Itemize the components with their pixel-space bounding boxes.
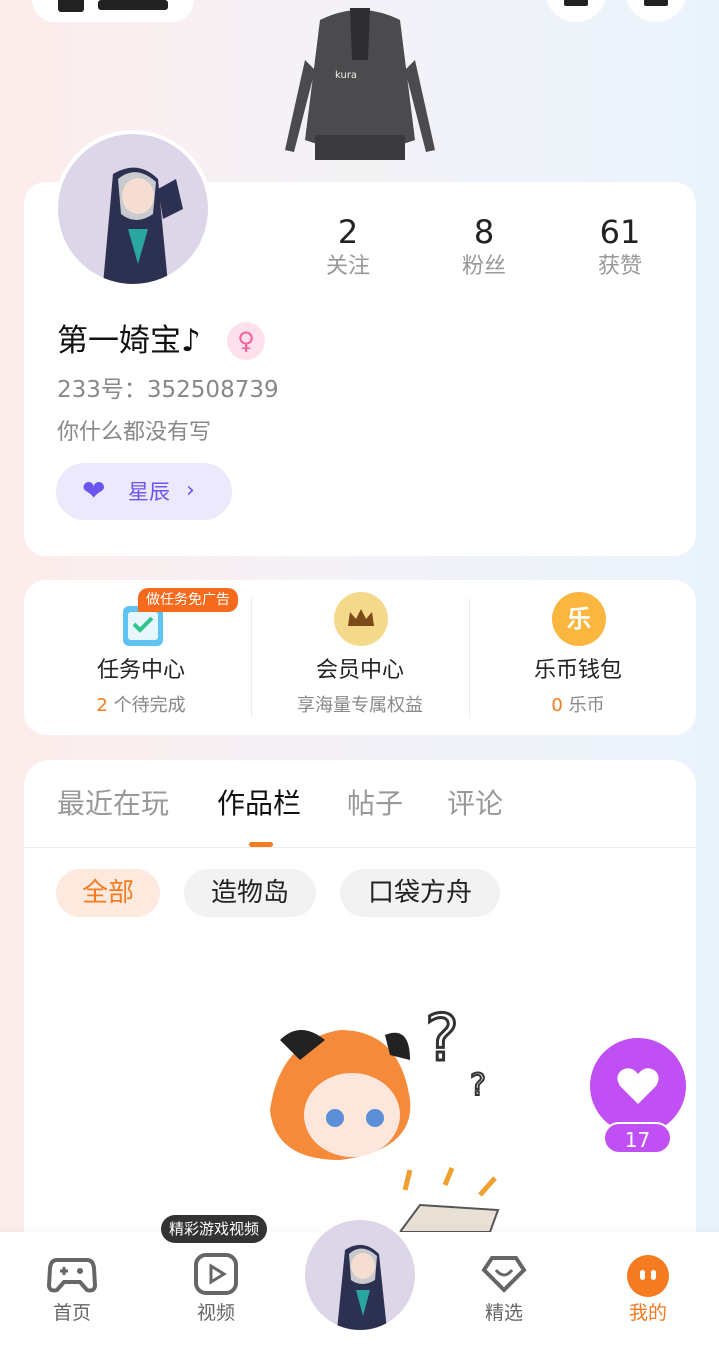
crown-icon <box>334 592 388 646</box>
play-video-icon <box>194 1253 238 1295</box>
tab-comments[interactable]: 评论 <box>447 786 503 822</box>
stat-following-count: 2 <box>337 213 359 251</box>
nav-mine-label: 我的 <box>628 1302 667 1324</box>
vip-center-title: 会员中心 <box>315 658 404 683</box>
service-menu-card: 任务中心 2 个待完成 做任务免广告 会员中心 享海量专属权益 乐 乐币钱包 0… <box>24 580 696 735</box>
svg-text:kura: kura <box>335 70 357 81</box>
heart-icon <box>617 1068 659 1104</box>
profile-face-icon <box>627 1255 669 1297</box>
header-icon-button[interactable] <box>545 0 607 22</box>
gamepad-icon <box>47 1258 97 1293</box>
level-badge-button[interactable]: ❤ 星辰 › <box>56 463 232 520</box>
avatar-figure-image: kura <box>285 8 435 182</box>
nav-avatar-image <box>305 1220 415 1330</box>
svg-text:?: ? <box>470 1068 486 1103</box>
stat-likes-label: 获赞 <box>597 254 642 279</box>
stat-following[interactable]: 2 关注 <box>288 212 408 282</box>
profile-avatar[interactable] <box>54 130 212 288</box>
avatar-character-image <box>103 167 183 284</box>
tab-divider <box>24 847 696 848</box>
nav-featured-label: 精选 <box>484 1302 523 1324</box>
favorite-button[interactable] <box>590 1038 686 1134</box>
coin-balance: 0 <box>551 695 563 716</box>
filter-chip-pocket-ark[interactable]: 口袋方舟 <box>340 869 500 917</box>
heart-diamond-icon <box>481 1256 527 1293</box>
stat-fans-count: 8 <box>473 213 495 251</box>
bio-text[interactable]: 你什么都没有写 <box>57 418 211 448</box>
stat-following-label: 关注 <box>325 254 370 279</box>
favorite-count-badge: 17 <box>603 1122 672 1154</box>
stat-likes[interactable]: 61 获赞 <box>560 212 680 282</box>
filter-chip-creation-island[interactable]: 造物岛 <box>184 869 316 917</box>
tab-works[interactable]: 作品栏 <box>217 786 301 822</box>
header-left-pill[interactable] <box>32 0 194 22</box>
task-pending-count: 2 <box>96 695 108 716</box>
wallet-item[interactable]: 乐 乐币钱包 0 乐币 <box>466 580 690 735</box>
tab-recent-played[interactable]: 最近在玩 <box>57 786 169 822</box>
nav-home-label: 首页 <box>52 1302 91 1324</box>
nickname: 第一婍宝♪ <box>57 323 201 359</box>
chevron-right-icon: › <box>186 478 195 503</box>
coin-icon: 乐 <box>552 592 606 646</box>
svg-text:?: ? <box>425 1002 459 1076</box>
user-id[interactable]: 233号：352508739 <box>57 375 279 405</box>
wallet-title: 乐币钱包 <box>533 658 622 683</box>
female-gender-icon: ♀ <box>227 322 265 360</box>
task-center-title: 任务中心 <box>96 658 185 683</box>
heart-icon: ❤ <box>82 474 106 507</box>
nav-avatar-center[interactable] <box>301 1216 419 1334</box>
ad-free-promo-badge[interactable]: 做任务免广告 <box>138 588 238 612</box>
filter-chip-all[interactable]: 全部 <box>56 869 160 917</box>
stat-fans[interactable]: 8 粉丝 <box>424 212 544 282</box>
empty-state-mascot-image: ? ? <box>270 1001 500 1232</box>
wallet-sub: 0 乐币 <box>466 693 690 719</box>
task-center-sub: 2 个待完成 <box>29 693 253 719</box>
task-pending-text: 个待完成 <box>107 695 186 716</box>
stat-likes-count: 61 <box>599 213 641 251</box>
level-badge-label: 星辰 <box>128 480 170 504</box>
video-tooltip: 精彩游戏视频 <box>161 1215 268 1243</box>
nav-video-label: 视频 <box>196 1302 235 1324</box>
vip-center-sub: 享海量专属权益 <box>297 695 423 716</box>
tab-posts[interactable]: 帖子 <box>347 786 403 822</box>
header-menu-button[interactable] <box>625 0 687 22</box>
stat-fans-label: 粉丝 <box>461 254 506 279</box>
vip-center-item[interactable]: 会员中心 享海量专属权益 <box>248 580 472 735</box>
coin-unit: 乐币 <box>562 695 605 716</box>
